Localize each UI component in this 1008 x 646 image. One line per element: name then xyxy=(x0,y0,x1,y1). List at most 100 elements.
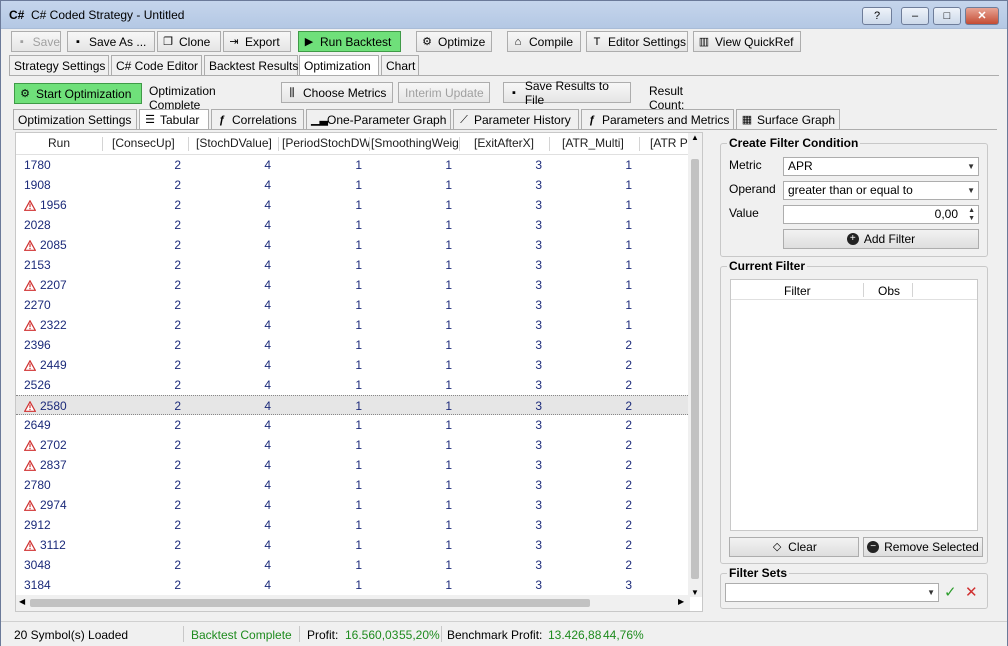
table-row[interactable]: 2974 2 4 1 1 3 2 xyxy=(16,495,690,515)
tab-optimization-settings[interactable]: Optimization Settings xyxy=(13,109,137,129)
subtab-divider xyxy=(13,129,997,130)
compile-button[interactable]: ⌂ Compile xyxy=(507,31,581,52)
value-spinner[interactable]: 0,00 ▲ ▼ xyxy=(783,205,979,224)
table-row[interactable]: 2207 2 4 1 1 3 1 xyxy=(16,275,690,295)
table-row[interactable]: 3048 2 4 1 1 3 2 xyxy=(16,555,690,575)
tab-surface-graph[interactable]: ▦ Surface Graph xyxy=(736,109,840,129)
table-row[interactable]: 1956 2 4 1 1 3 1 xyxy=(16,195,690,215)
backtest-status: Backtest Complete xyxy=(191,628,292,642)
scroll-left-icon[interactable]: ◀ xyxy=(19,597,25,606)
table-cell: 4 xyxy=(264,178,271,192)
tab-tabular[interactable]: ☰ Tabular xyxy=(139,109,209,130)
check-icon[interactable]: ✓ xyxy=(944,583,957,601)
run-cell: 1908 xyxy=(24,178,51,192)
vertical-scrollbar[interactable]: ▲ ▼ xyxy=(688,133,702,597)
add-filter-button[interactable]: + Add Filter xyxy=(783,229,979,249)
table-row[interactable]: 2322 2 4 1 1 3 1 xyxy=(16,315,690,335)
choose-metrics-button[interactable]: ⫼ Choose Metrics xyxy=(281,82,393,103)
col-obs[interactable]: Obs xyxy=(878,284,900,298)
interim-update-button[interactable]: Interim Update xyxy=(398,82,490,103)
close-button[interactable]: ✕ xyxy=(965,7,999,25)
col-periodstochdw[interactable]: [PeriodStochDW xyxy=(282,136,370,152)
bar-chart-icon: ▁▃ xyxy=(311,113,328,126)
x-icon[interactable]: ✕ xyxy=(965,583,978,601)
table-row[interactable]: 2912 2 4 1 1 3 2 xyxy=(16,515,690,535)
tab-chart[interactable]: Chart xyxy=(381,55,419,75)
tab-one-parameter-graph[interactable]: ▁▃ One-Parameter Graph xyxy=(306,109,451,129)
table-row[interactable]: 3112 2 4 1 1 3 2 xyxy=(16,535,690,555)
table-cell: 1 xyxy=(445,338,452,352)
table-row[interactable]: 2649 2 4 1 1 3 2 xyxy=(16,415,690,435)
editor-settings-button[interactable]: T Editor Settings xyxy=(586,31,688,52)
col-smoothingweight[interactable]: [SmoothingWeig xyxy=(371,136,459,152)
metric-select[interactable]: APR ▼ xyxy=(783,157,979,176)
filter-sets-select[interactable]: ▼ xyxy=(725,583,939,602)
help-button[interactable]: ? xyxy=(862,7,892,25)
operand-select[interactable]: greater than or equal to ▼ xyxy=(783,181,979,200)
scroll-right-icon[interactable]: ▶ xyxy=(678,597,684,606)
horizontal-scroll-thumb[interactable] xyxy=(30,599,590,607)
tab-correlations[interactable]: ƒ Correlations xyxy=(211,109,304,129)
table-row[interactable]: 2526 2 4 1 1 3 2 xyxy=(16,375,690,395)
col-atr-multi[interactable]: [ATR_Multi] xyxy=(562,136,642,152)
table-row[interactable]: 2702 2 4 1 1 3 2 xyxy=(16,435,690,455)
table-row[interactable]: 2449 2 4 1 1 3 2 xyxy=(16,355,690,375)
start-optimization-button[interactable]: ⚙ Start Optimization xyxy=(14,83,142,104)
run-backtest-button[interactable]: ▶ Run Backtest xyxy=(298,31,401,52)
current-filter-list[interactable]: Filter Obs xyxy=(730,279,978,531)
col-run[interactable]: Run xyxy=(48,136,70,152)
table-row[interactable]: 1780 2 4 1 1 3 1 xyxy=(16,155,690,175)
table-row[interactable]: 2270 2 4 1 1 3 1 xyxy=(16,295,690,315)
table-cell: 3 xyxy=(535,258,542,272)
tab-parameter-history[interactable]: ⟋ Parameter History xyxy=(453,109,579,129)
run-number: 2207 xyxy=(40,278,67,292)
tab-strategy-settings[interactable]: Strategy Settings xyxy=(9,55,109,75)
col-stochdvalue[interactable]: [StochDValue] xyxy=(196,136,276,152)
tab-code-editor[interactable]: C# Code Editor xyxy=(111,55,202,75)
tab-divider xyxy=(9,75,999,76)
clone-button[interactable]: ❐ Clone xyxy=(157,31,221,52)
maximize-button[interactable]: □ xyxy=(933,7,961,25)
vertical-scroll-thumb[interactable] xyxy=(691,159,699,579)
table-row[interactable]: 2153 2 4 1 1 3 1 xyxy=(16,255,690,275)
table-cell: 1 xyxy=(445,158,452,172)
scroll-down-icon[interactable]: ▼ xyxy=(691,588,699,597)
tab-backtest-results[interactable]: Backtest Results xyxy=(204,55,298,75)
view-quickref-button[interactable]: ▥ View QuickRef xyxy=(693,31,801,52)
filter-list-header: Filter Obs xyxy=(731,280,977,300)
export-button[interactable]: ⇥ Export xyxy=(223,31,291,52)
table-row[interactable]: 2580 2 4 1 1 3 2 xyxy=(16,395,690,415)
run-cell: 2526 xyxy=(24,378,51,392)
tab-optimization[interactable]: Optimization xyxy=(299,55,379,76)
table-cell: 4 xyxy=(264,318,271,332)
horizontal-scrollbar[interactable]: ◀ ▶ xyxy=(16,595,690,611)
floppy-icon: ▪ xyxy=(19,35,24,48)
col-exitafterx[interactable]: [ExitAfterX] xyxy=(474,136,554,152)
table-row[interactable]: 2837 2 4 1 1 3 2 xyxy=(16,455,690,475)
table-cell: 1 xyxy=(355,198,362,212)
optimize-button[interactable]: ⚙ Optimize xyxy=(416,31,492,52)
table-row[interactable]: 2396 2 4 1 1 3 2 xyxy=(16,335,690,355)
col-atr-period[interactable]: [ATR Pe xyxy=(650,136,690,152)
warning-icon xyxy=(24,319,36,331)
minimize-button[interactable]: – xyxy=(901,7,929,25)
clear-button[interactable]: ◇ Clear xyxy=(729,537,859,557)
table-row[interactable]: 2028 2 4 1 1 3 1 xyxy=(16,215,690,235)
col-filter[interactable]: Filter xyxy=(784,284,811,298)
list-icon: ☰ xyxy=(145,114,155,126)
table-row[interactable]: 1908 2 4 1 1 3 1 xyxy=(16,175,690,195)
scroll-up-icon[interactable]: ▲ xyxy=(691,133,699,142)
spinner-arrows-icon[interactable]: ▲ ▼ xyxy=(968,207,975,223)
col-consecup[interactable]: [ConsecUp] xyxy=(112,136,192,152)
table-row[interactable]: 2085 2 4 1 1 3 1 xyxy=(16,235,690,255)
export-icon: ⇥ xyxy=(229,35,239,48)
table-row[interactable]: 3184 2 4 1 1 3 3 xyxy=(16,575,690,595)
save-results-button[interactable]: ▪ Save Results to File xyxy=(503,79,631,107)
remove-selected-button[interactable]: − Remove Selected xyxy=(863,537,983,557)
save-button[interactable]: ▪ Save xyxy=(11,31,61,52)
table-row[interactable]: 2780 2 4 1 1 3 2 xyxy=(16,475,690,495)
tab-parameters-and-metrics[interactable]: ƒ Parameters and Metrics xyxy=(581,109,734,129)
save-as-button[interactable]: ▪ Save As ... xyxy=(67,31,155,52)
results-grid[interactable]: Run [ConsecUp] [StochDValue] [PeriodStoc… xyxy=(15,132,703,612)
run-number: 2153 xyxy=(24,258,51,272)
